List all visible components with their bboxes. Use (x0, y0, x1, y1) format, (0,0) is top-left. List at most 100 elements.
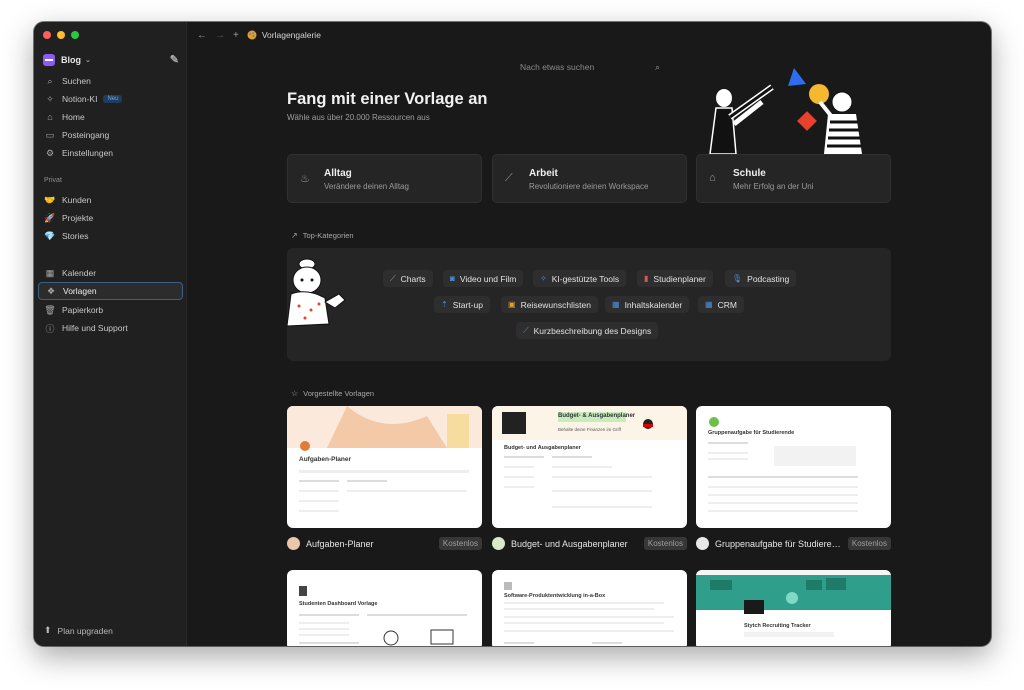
template-card-aufgaben[interactable]: Aufgaben-Planer Kostenlos (287, 536, 482, 551)
search-icon[interactable]: ⌕ (655, 62, 660, 73)
ruler-icon: ⟋ (523, 325, 529, 335)
forward-arrow-icon[interactable]: → (215, 30, 225, 41)
chip-kurzbeschreibung[interactable]: ⟋ Kurzbeschreibung des Designs (516, 322, 659, 339)
sparkle-icon: ✧ (540, 274, 547, 283)
help-icon: ⓘ (45, 323, 55, 334)
upgrade-plan-button[interactable]: ⬆ Plan upgraden (44, 625, 113, 636)
template-name: Gruppenaufgabe für Studierende (715, 538, 844, 549)
sidebar-item-label: Kunden (62, 195, 92, 205)
star-icon: ☆ (291, 389, 299, 398)
sidebar-item-inbox[interactable]: ▭ Posteingang (38, 126, 183, 144)
panel-illustration (287, 258, 346, 327)
sidebar-item-label: Einstellungen (62, 148, 114, 158)
sidebar-item-calendar[interactable]: ▦ Kalender (38, 264, 183, 282)
workspace-switcher[interactable]: Blog ⌄ ✎ (43, 52, 179, 68)
sidebar-item-notion-ai[interactable]: ✧ Notion-KI Neu (38, 90, 183, 108)
workspace-name: Blog (61, 55, 81, 65)
chip-label: Kurzbeschreibung des Designs (533, 325, 652, 336)
free-badge: Kostenlos (847, 537, 891, 550)
category-card-schule[interactable]: ⌂ Schule Mehr Erfolg an der Uni (696, 154, 891, 203)
avatar (492, 537, 505, 550)
sidebar-item-search[interactable]: ⌕ Suchen (38, 72, 183, 90)
avatar (287, 537, 300, 550)
plant-icon: ♨ (300, 173, 310, 185)
calendar-icon: ▦ (612, 300, 620, 309)
sidebar-item-help[interactable]: ⓘ Hilfe und Support (38, 319, 183, 337)
chip-label: Charts (400, 273, 426, 284)
preview-image (708, 417, 858, 512)
chip-inhaltskalender[interactable]: ▦ Inhaltskalender (605, 296, 690, 313)
free-badge: Kostenlos (643, 537, 687, 550)
category-card-arbeit[interactable]: ⟋ Arbeit Revolutioniere deinen Workspace (492, 154, 687, 203)
chip-label: Video und Film (459, 273, 517, 284)
sidebar-item-settings[interactable]: ⚙ Einstellungen (38, 144, 183, 162)
chip-label: KI-gestützte Tools (551, 273, 620, 284)
chip-video-und-film[interactable]: ◙ Video und Film (443, 270, 524, 287)
preview-image (504, 582, 674, 644)
sidebar-item-templates[interactable]: ❖ Vorlagen (38, 282, 183, 300)
template-preview-gruppenaufgabe[interactable]: Gruppenaufgabe für Studierende (696, 406, 891, 528)
back-arrow-icon[interactable]: ← (197, 30, 207, 41)
chart-line-icon: ⟋ (505, 172, 513, 184)
chip-charts[interactable]: ⟋ Charts (383, 270, 433, 287)
minimize-window-button[interactable] (57, 31, 65, 39)
new-page-icon[interactable]: ✎ (170, 53, 179, 66)
chip-reisewunschlisten[interactable]: ▣ Reisewunschlisten (501, 296, 598, 313)
avatar (696, 537, 709, 550)
category-title: Schule (733, 168, 766, 179)
sidebar-item-projekte[interactable]: 🚀 Projekte (38, 209, 183, 227)
template-preview-stytch[interactable]: Stytch Recruiting Tracker (696, 570, 891, 646)
preview-title: Studenten Dashboard Vorlage (299, 601, 378, 607)
sidebar-item-label: Papierkorb (62, 305, 104, 315)
template-preview-aufgaben[interactable]: Aufgaben-Planer (287, 406, 482, 528)
chip-ki-tools[interactable]: ✧ KI-gestützte Tools (533, 270, 627, 287)
diamond-icon: 💎 (44, 230, 56, 241)
template-preview-studenten-dashboard[interactable]: Studenten Dashboard Vorlage (287, 570, 482, 646)
palette-icon (247, 30, 257, 40)
camera-icon: ◙ (450, 274, 455, 283)
close-window-button[interactable] (43, 31, 51, 39)
chip-podcasting[interactable]: 🎙 Podcasting (725, 270, 797, 287)
preview-image (287, 406, 482, 512)
template-card-gruppenaufgabe[interactable]: Gruppenaufgabe für Studierende Kostenlos (696, 536, 891, 551)
new-badge: Neu (103, 95, 123, 103)
page-title: Vorlagengalerie (247, 30, 321, 40)
chip-start-up[interactable]: ⇡ Start-up (434, 296, 490, 313)
chip-label: CRM (717, 299, 737, 310)
plus-icon[interactable]: + (233, 30, 239, 41)
sidebar-item-home[interactable]: ⌂ Home (38, 108, 183, 126)
main-content: ← → + Vorlagengalerie Nach etwas suchen … (187, 22, 991, 646)
category-subtitle: Revolutioniere deinen Workspace (529, 182, 649, 191)
sparkle-icon: ✧ (46, 93, 54, 104)
template-search[interactable]: Nach etwas suchen ⌕ (520, 62, 660, 76)
template-preview-software[interactable]: Software-Produktentwicklung in-a-Box (492, 570, 687, 646)
zoom-window-button[interactable] (71, 31, 79, 39)
category-card-alltag[interactable]: ♨ Alltag Verändere deinen Alltag (287, 154, 482, 203)
template-name: Budget- und Ausgabenplaner (511, 538, 628, 549)
school-icon: ⌂ (709, 172, 716, 184)
chip-crm[interactable]: ▦ CRM (698, 296, 744, 313)
preview-image (696, 570, 891, 637)
chip-label: Inhaltskalender (624, 299, 683, 310)
category-subtitle: Mehr Erfolg an der Uni (733, 182, 814, 191)
search-input[interactable]: Nach etwas suchen (520, 62, 594, 72)
template-preview-budget[interactable]: Budget- & Ausgabenplaner Behalte deine F… (492, 406, 687, 528)
sidebar-item-trash[interactable]: 🗑 Papierkorb (38, 301, 183, 319)
handshake-icon: 🤝 (44, 194, 56, 205)
trending-icon: ↗ (291, 231, 298, 240)
hero-subtitle: Wähle aus über 20.000 Ressourcen aus (287, 113, 430, 122)
rocket-icon: 🚀 (44, 212, 56, 223)
private-section-label: Privat (44, 177, 62, 184)
free-badge: Kostenlos (438, 537, 482, 550)
featured-header: ☆ Vorgestellte Vorlagen (291, 389, 374, 398)
trash-icon: 🗑 (44, 304, 56, 315)
chip-label: Reisewunschlisten (520, 299, 591, 310)
chevron-down-icon: ⌄ (85, 57, 91, 64)
top-categories-panel: ⟋ Charts ◙ Video und Film ✧ KI-gestützte… (287, 248, 891, 361)
top-categories-header: ↗ Top-Kategorien (291, 231, 354, 240)
chip-studienplaner[interactable]: ▮ Studienplaner (637, 270, 713, 287)
sidebar-item-stories[interactable]: 💎 Stories (38, 227, 183, 245)
sidebar-item-kunden[interactable]: 🤝 Kunden (38, 191, 183, 209)
template-card-budget[interactable]: Budget- und Ausgabenplaner Kostenlos (492, 536, 687, 551)
preview-banner: Budget- & Ausgabenplaner (558, 413, 636, 419)
